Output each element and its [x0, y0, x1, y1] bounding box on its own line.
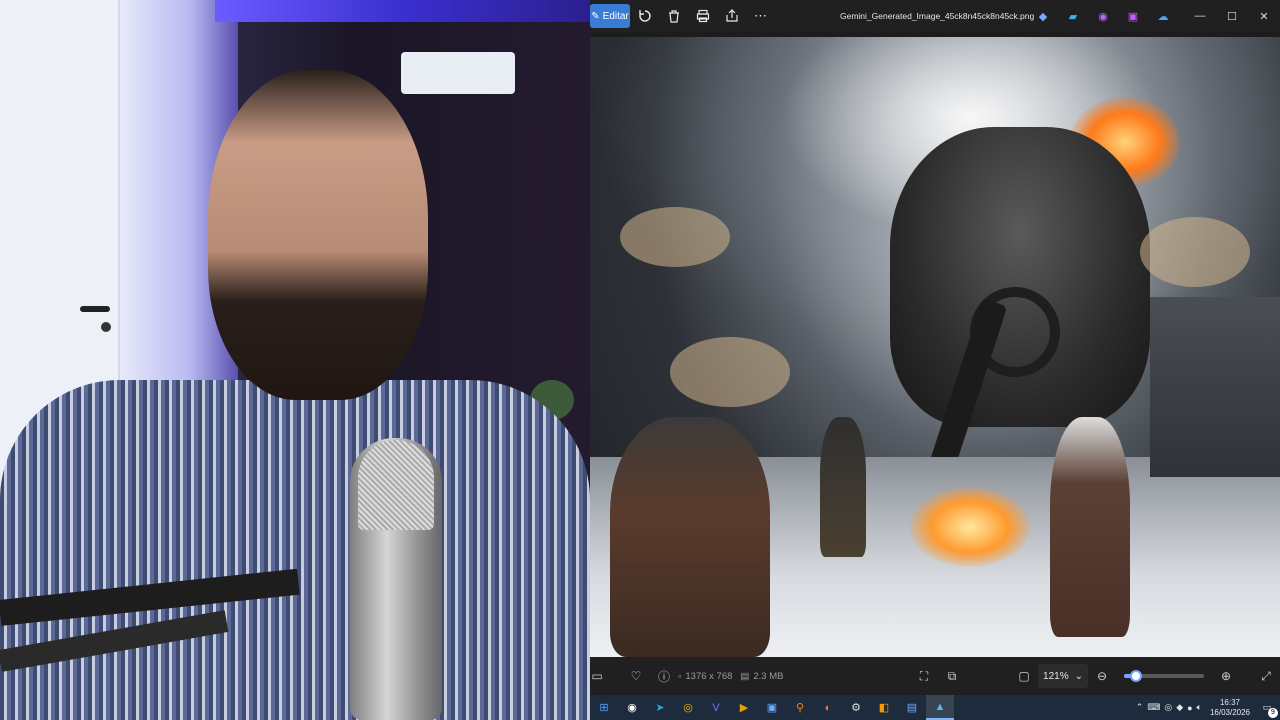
person-head [208, 70, 428, 400]
photos-icon[interactable]: ▲ [926, 695, 954, 720]
volume-icon[interactable]: 🔈︎ [1197, 702, 1202, 713]
more-icon[interactable]: ⋯ [746, 4, 775, 28]
clipchamp-icon[interactable]: ◉ [1091, 4, 1115, 28]
share-icon[interactable] [717, 4, 746, 28]
sublime-icon[interactable]: ◧ [870, 695, 898, 720]
image-castle [1150, 297, 1280, 477]
chevron-down-icon: ⌄ [1074, 670, 1083, 682]
file-title: Gemini_Generated_Image_45ck8n45ck8n45ck.… [840, 11, 1035, 21]
info-icon[interactable]: ⓘ [650, 662, 678, 690]
heart-icon[interactable]: ♡ [622, 662, 650, 690]
obs-icon[interactable]: ◉ [618, 695, 646, 720]
clock-time: 16:37 [1219, 697, 1240, 707]
app-shortcuts: ◆ ▰ ◉ ▣ ☁ [1031, 4, 1175, 28]
neon-light [215, 0, 590, 22]
zoom-dropdown[interactable]: 121% ⌄ [1038, 664, 1088, 688]
rotate-icon[interactable] [630, 4, 659, 28]
microphone-grille [358, 440, 434, 530]
zoom-slider-thumb[interactable] [1130, 670, 1142, 682]
window-controls: — ☐ ✕ [1184, 0, 1280, 32]
windows-start-icon[interactable]: ⊞ [590, 695, 618, 720]
image-villager-left [610, 417, 770, 657]
edit-label: Editar [602, 10, 629, 22]
zoom-in-icon[interactable]: ⊕ [1212, 662, 1240, 690]
plex-icon[interactable]: ▶ [730, 695, 758, 720]
image-wasp-mid [670, 337, 790, 407]
maximize-button[interactable]: ☐ [1216, 0, 1248, 32]
file-size: ▤ 2.3 MB [740, 671, 783, 682]
copilot-icon[interactable]: ◆ [1031, 4, 1055, 28]
compare-icon[interactable]: ⧉ [938, 662, 966, 690]
displayed-image[interactable] [590, 37, 1280, 657]
search-app-icon[interactable]: ⚲ [786, 695, 814, 720]
image-fire-ground [910, 487, 1030, 567]
taskbar: ⊞ ◉ ➤ ◎ V ▶ ▣ ⚲ ◐ ⚙ ◧ ▤ ▲ ⌃ ⌨ ◎ ◆ ● 🔈︎ 1… [590, 695, 1280, 720]
photos-viewer-window: ✎ Editar ⋯ Gemini_Generated_Image_45ck8n… [590, 0, 1280, 720]
dimensions-value: 1376 x 768 [685, 670, 733, 682]
webcam-feed [0, 0, 590, 720]
minimize-button[interactable]: — [1184, 0, 1216, 32]
chrome-tray-icon[interactable]: ◎ [1164, 702, 1172, 713]
image-size-icon: ▫ [678, 670, 682, 682]
video-editor-icon[interactable]: ▣ [758, 695, 786, 720]
notepad-icon[interactable]: ▤ [898, 695, 926, 720]
air-conditioner [401, 52, 515, 94]
photo-editor-icon[interactable]: ▰ [1061, 4, 1085, 28]
onedrive-icon[interactable]: ☁ [1151, 4, 1175, 28]
zoom-slider[interactable] [1124, 670, 1204, 682]
image-villager-right [1050, 417, 1130, 637]
microphone-icon[interactable]: ● [1187, 703, 1192, 713]
tray-chevron-icon[interactable]: ⌃ [1136, 702, 1144, 713]
settings-app-icon[interactable]: ⚙ [842, 695, 870, 720]
expand-icon[interactable]: ⤢ [1252, 662, 1280, 690]
image-soldier [820, 417, 866, 557]
system-tray: ⌃ ⌨ ◎ ◆ ● 🔈︎ 16:37 16/03/2026 ▭ 9 [1136, 695, 1278, 720]
image-monster [890, 127, 1150, 427]
notification-icon[interactable]: ▭ 9 [1258, 702, 1278, 718]
fit-screen-icon[interactable]: ⛶ [910, 662, 938, 690]
titlebar: ✎ Editar ⋯ Gemini_Generated_Image_45ck8n… [590, 0, 1280, 32]
image-dimensions: ▫ 1376 x 768 [678, 671, 732, 682]
clock-date: 16/03/2026 [1209, 707, 1250, 717]
shield-icon[interactable]: ◆ [1176, 702, 1183, 713]
visual-studio-icon[interactable]: V [702, 695, 730, 720]
pencil-icon: ✎ [591, 10, 600, 22]
close-button[interactable]: ✕ [1248, 0, 1280, 32]
firefox-icon[interactable]: ◐ [814, 695, 842, 720]
person-shirt [0, 380, 590, 720]
file-size-icon: ▤ [740, 670, 750, 682]
zoom-value: 121% [1043, 670, 1069, 682]
printer-icon[interactable] [688, 4, 717, 28]
bottom-bar: ▭ ♡ ⓘ ▫ 1376 x 768 ▤ 2.3 MB ⛶ ⧉ ▢ 121% ⌄… [590, 657, 1280, 695]
screen: ✎ Editar ⋯ Gemini_Generated_Image_45ck8n… [0, 0, 1280, 720]
notification-badge: 9 [1268, 708, 1278, 718]
file-size-value: 2.3 MB [753, 670, 784, 682]
image-wasp-right [1140, 217, 1250, 287]
designer-icon[interactable]: ▣ [1121, 4, 1145, 28]
trash-icon[interactable] [659, 4, 688, 28]
network-icon[interactable]: ⌨ [1147, 702, 1160, 713]
image-wasp-left [620, 207, 730, 267]
fullscreen-icon[interactable]: ▢ [1010, 662, 1038, 690]
chrome-icon[interactable]: ◎ [674, 695, 702, 720]
door-handle [80, 306, 110, 312]
clock[interactable]: 16:37 16/03/2026 [1210, 698, 1250, 718]
door-lock [101, 322, 111, 332]
filmstrip-icon[interactable]: ▭ [590, 662, 604, 690]
zoom-out-icon[interactable]: ⊖ [1088, 662, 1116, 690]
telegram-icon[interactable]: ➤ [646, 695, 674, 720]
edit-button[interactable]: ✎ Editar [590, 4, 630, 28]
